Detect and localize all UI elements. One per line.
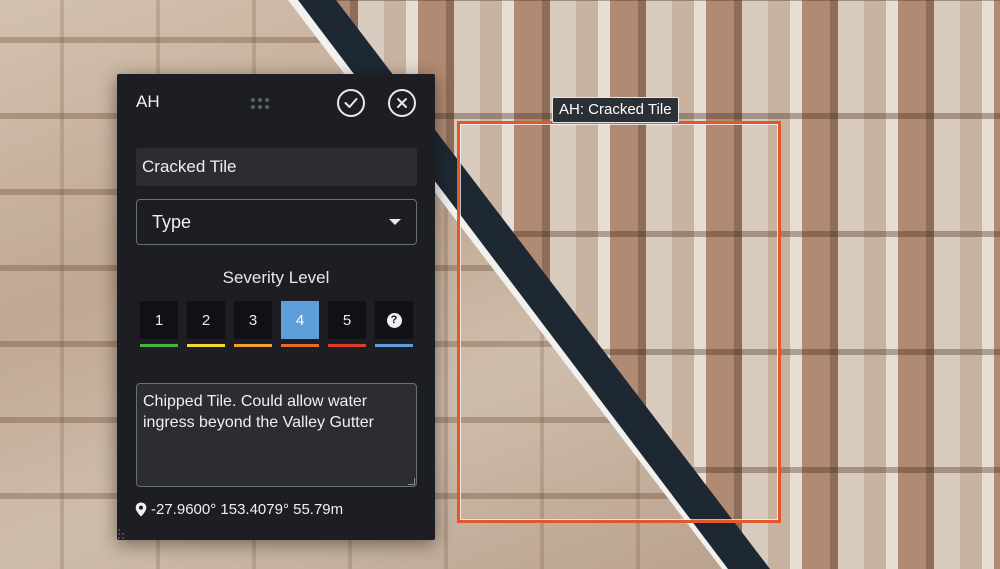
severity-4-button[interactable]: 4 bbox=[281, 301, 319, 347]
severity-5-button[interactable]: 5 bbox=[328, 301, 366, 347]
severity-label: 1 bbox=[140, 301, 178, 339]
severity-selector: 1 2 3 4 5 ? bbox=[140, 301, 413, 347]
question-icon: ? bbox=[386, 312, 402, 328]
severity-label: 5 bbox=[328, 301, 366, 339]
severity-color-bar bbox=[187, 344, 225, 347]
panel-resize-icon[interactable] bbox=[117, 526, 131, 540]
resize-grip-icon[interactable] bbox=[408, 478, 415, 485]
severity-label: 2 bbox=[187, 301, 225, 339]
severity-2-button[interactable]: 2 bbox=[187, 301, 225, 347]
annotation-label: AH: Cracked Tile bbox=[552, 97, 679, 123]
map-pin-icon bbox=[135, 502, 147, 517]
location-text: -27.9600° 153.4079° 55.79m bbox=[151, 501, 344, 518]
close-icon bbox=[397, 98, 407, 108]
annotation-bounding-box[interactable] bbox=[457, 121, 781, 523]
severity-color-bar bbox=[328, 344, 366, 347]
check-icon bbox=[344, 98, 358, 108]
type-dropdown-label: Type bbox=[152, 211, 192, 232]
severity-color-bar bbox=[375, 344, 413, 347]
panel-title: AH bbox=[136, 92, 160, 111]
severity-title: Severity Level bbox=[222, 268, 330, 287]
type-dropdown[interactable]: Type bbox=[136, 199, 417, 245]
severity-color-bar bbox=[281, 344, 319, 347]
confirm-button[interactable] bbox=[337, 89, 365, 117]
close-button[interactable] bbox=[388, 89, 416, 117]
severity-color-bar bbox=[140, 344, 178, 347]
notes-textarea[interactable]: Chipped Tile. Could allow water ingress … bbox=[136, 383, 417, 487]
severity-color-bar bbox=[234, 344, 272, 347]
chevron-down-icon bbox=[389, 219, 401, 225]
severity-3-button[interactable]: 3 bbox=[234, 301, 272, 347]
annotation-panel: AH Type Severity Level 1 2 3 4 bbox=[117, 74, 435, 540]
severity-help-button[interactable]: ? bbox=[375, 301, 413, 347]
severity-label: 4 bbox=[281, 301, 319, 339]
severity-1-button[interactable]: 1 bbox=[140, 301, 178, 347]
severity-label: 3 bbox=[234, 301, 272, 339]
location-readout: -27.9600° 153.4079° 55.79m bbox=[135, 501, 343, 518]
drag-handle-icon[interactable] bbox=[251, 98, 269, 110]
annotation-name-field[interactable] bbox=[136, 148, 417, 186]
